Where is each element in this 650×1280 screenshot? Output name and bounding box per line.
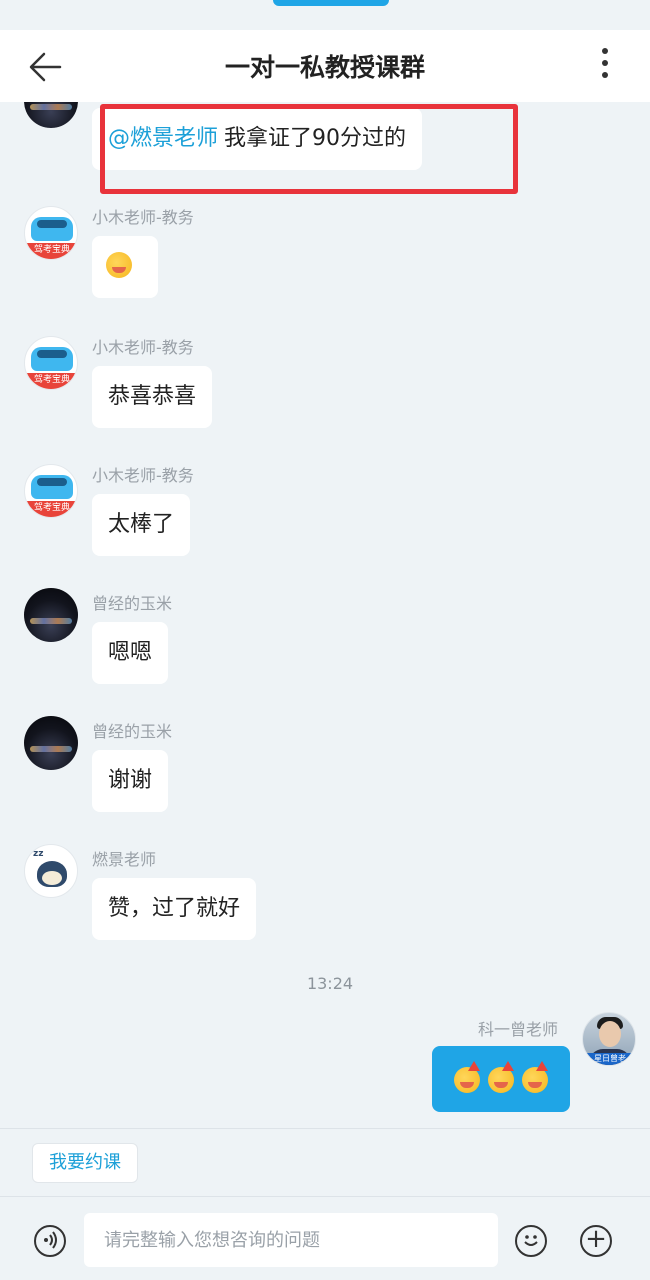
message-text: 嗯嗯 xyxy=(108,640,153,665)
book-lesson-button[interactable]: 我要约课 xyxy=(32,1143,138,1183)
avatar[interactable]: 星日曾老 xyxy=(582,1012,636,1066)
status-pill xyxy=(273,0,389,6)
message-text: 谢谢 xyxy=(108,768,153,793)
emoji-button[interactable] xyxy=(515,1225,547,1257)
voice-icon xyxy=(44,1231,57,1249)
message-bubble[interactable]: 恭喜恭喜 xyxy=(92,366,213,428)
message-input[interactable] xyxy=(84,1213,498,1267)
sender-name: 曾经的玉米 xyxy=(92,594,173,613)
message-bubble[interactable]: 嗯嗯 xyxy=(92,622,169,684)
page-title: 一对一私教授课群 xyxy=(224,53,425,82)
message-bubble[interactable]: 太棒了 xyxy=(92,494,191,556)
highlight-annotation xyxy=(100,104,518,194)
message-text: 赞，过了就好 xyxy=(108,896,241,921)
smiley-icon xyxy=(524,1235,538,1246)
avatar[interactable] xyxy=(24,716,78,770)
input-bar: + xyxy=(0,1196,650,1280)
avatar[interactable]: zz xyxy=(24,844,78,898)
chat-header: 一对一私教授课群 xyxy=(0,30,650,102)
add-button[interactable]: + xyxy=(580,1225,612,1257)
avatar[interactable]: 驾考宝典 xyxy=(24,464,78,518)
avatar[interactable] xyxy=(24,588,78,642)
sender-name: 科一曾老师 xyxy=(478,1020,559,1039)
laughing-emoji-icon xyxy=(106,252,132,278)
sender-name: 燃景老师 xyxy=(92,850,157,869)
message-bubble[interactable]: 谢谢 xyxy=(92,750,169,812)
plus-icon: + xyxy=(585,1224,607,1254)
quick-actions-bar: 我要约课 xyxy=(0,1128,650,1196)
message-text: 恭喜恭喜 xyxy=(108,384,197,409)
message-bubble[interactable] xyxy=(92,236,158,298)
message-bubble[interactable]: 赞，过了就好 xyxy=(92,878,257,940)
party-emoji-icon xyxy=(454,1060,480,1093)
timestamp: 13:24 xyxy=(306,974,354,993)
voice-button[interactable] xyxy=(34,1225,66,1257)
message-bubble-outgoing[interactable] xyxy=(432,1046,570,1112)
sender-name: 小木老师-教务 xyxy=(92,466,194,485)
avatar[interactable]: 驾考宝典 xyxy=(24,336,78,390)
sender-name: 小木老师-教务 xyxy=(92,338,194,357)
sender-name: 曾经的玉米 xyxy=(92,722,173,741)
message-text: 太棒了 xyxy=(108,512,175,537)
party-emoji-icon xyxy=(522,1060,548,1093)
avatar[interactable] xyxy=(24,102,78,128)
party-emoji-icon xyxy=(488,1060,514,1093)
more-menu-button[interactable] xyxy=(590,44,620,88)
message-list: @燃景老师 我拿证了90分过的 驾考宝典 小木老师-教务 驾考宝典 小木老师-教务… xyxy=(0,102,650,1128)
avatar[interactable]: 驾考宝典 xyxy=(24,206,78,260)
sender-name: 小木老师-教务 xyxy=(92,208,194,227)
more-vertical-icon xyxy=(602,48,608,54)
